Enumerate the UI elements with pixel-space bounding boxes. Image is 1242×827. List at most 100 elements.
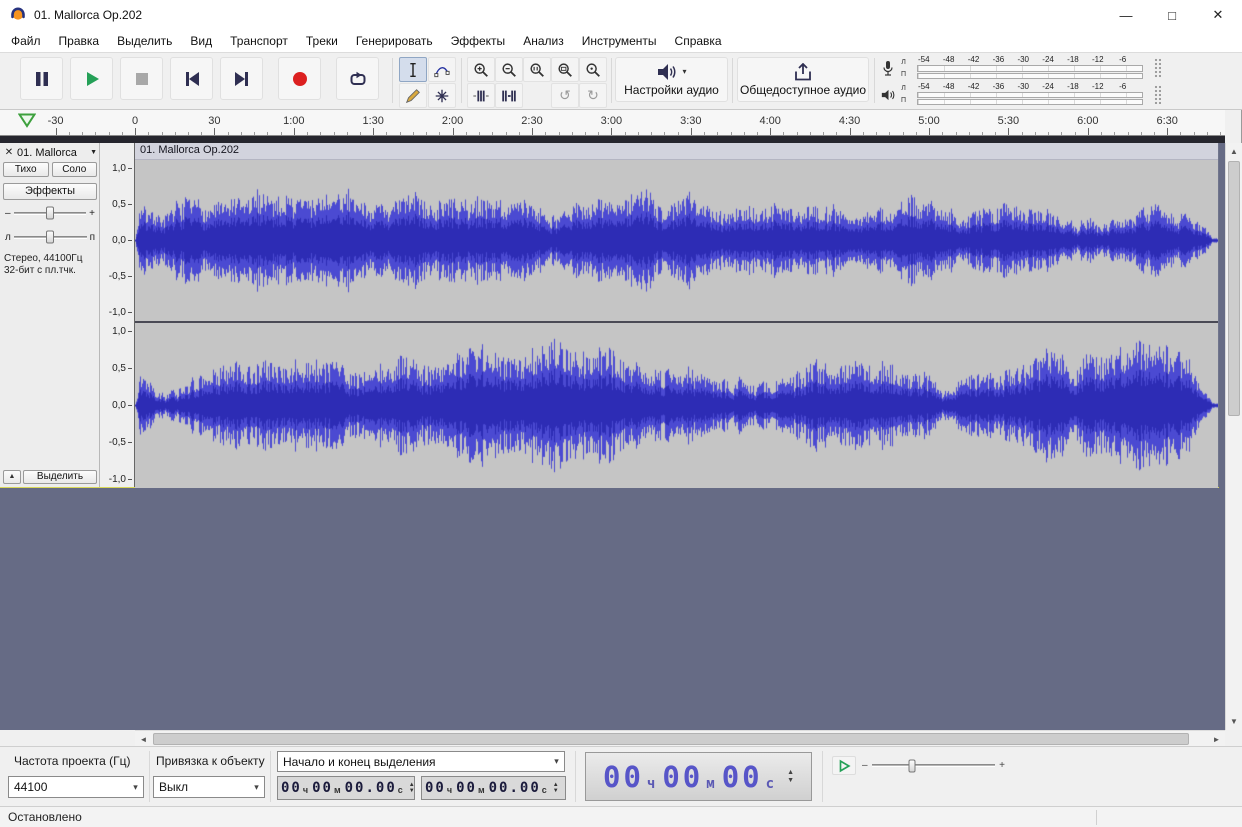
meter-scale-label: -18: [1067, 55, 1079, 64]
menu-analyze[interactable]: Анализ: [514, 30, 573, 52]
close-button[interactable]: ✕: [1195, 0, 1241, 30]
gain-slider[interactable]: – +: [3, 205, 97, 221]
meter-scale-label: -24: [1042, 82, 1054, 91]
menu-generate[interactable]: Генерировать: [347, 30, 442, 52]
zoom-toggle-button[interactable]: [579, 57, 607, 82]
dropdown-arrow-icon: ▾: [682, 67, 687, 76]
project-rate-combo[interactable]: 44100 ▾: [8, 776, 144, 798]
menu-tracks[interactable]: Треки: [297, 30, 347, 52]
amplitude-ruler[interactable]: 1,0 0,5 0,0 -0,5 -1,0 1,0 0,5 0,0 -0,5 -1,0: [100, 143, 135, 487]
play-at-speed-button[interactable]: [832, 756, 856, 775]
toolbar-separator: [822, 751, 823, 802]
playback-speed-slider[interactable]: – +: [862, 756, 1005, 775]
timeline-ruler[interactable]: -30 0 30 1:00 1:30 2:00 2:30 3:00 3:30 4:00 4:30 5:…: [0, 110, 1225, 136]
vertical-scrollbar-thumb[interactable]: [1228, 161, 1240, 416]
multi-tool-button[interactable]: [428, 83, 456, 108]
undo-button[interactable]: ↺: [551, 83, 579, 108]
scroll-right-arrow[interactable]: ►: [1208, 731, 1225, 747]
trim-audio-button[interactable]: [467, 83, 495, 108]
time-spinner[interactable]: ▲ ▼: [409, 782, 415, 794]
clip-header[interactable]: 01. Mallorca Op.202: [135, 143, 1218, 160]
menu-transport[interactable]: Транспорт: [221, 30, 297, 52]
record-button[interactable]: [278, 57, 321, 100]
zoom-in-button[interactable]: [467, 57, 495, 82]
pause-button[interactable]: [20, 57, 63, 100]
track-menu-arrow-icon[interactable]: ▼: [90, 149, 97, 156]
meter-resize-grip[interactable]: [1154, 58, 1161, 78]
time-spinner[interactable]: ▲ ▼: [787, 769, 794, 785]
selection-start-field[interactable]: 00 ч 00 м 00.00 с ▲ ▼: [277, 776, 415, 800]
pan-slider-groove[interactable]: [13, 230, 87, 244]
meter-scale-label: -42: [967, 82, 980, 91]
menu-edit[interactable]: Правка: [50, 30, 109, 52]
snap-to-combo[interactable]: Выкл ▾: [153, 776, 265, 798]
meter-channel-label: П: [900, 96, 907, 104]
audio-clip[interactable]: 01. Mallorca Op.202: [135, 143, 1218, 488]
horizontal-scrollbar[interactable]: ◄ ►: [135, 730, 1225, 746]
menu-file[interactable]: Файл: [2, 30, 50, 52]
redo-button[interactable]: ↻: [579, 83, 607, 108]
horizontal-scrollbar-thumb[interactable]: [153, 733, 1189, 745]
pan-slider[interactable]: л п: [3, 229, 97, 245]
draw-tool-button[interactable]: [399, 83, 427, 108]
stop-button[interactable]: [120, 57, 163, 100]
menu-tools[interactable]: Инструменты: [573, 30, 666, 52]
amplitude-ruler-label: 0,0: [112, 400, 132, 411]
selection-mode-combo[interactable]: Начало и конец выделения ▾: [277, 751, 565, 772]
mute-button[interactable]: Тихо: [3, 162, 49, 177]
gain-slider-thumb[interactable]: [45, 206, 54, 220]
microphone-icon: [878, 55, 898, 81]
skip-to-start-button[interactable]: [170, 57, 213, 100]
waveform-right-channel[interactable]: [135, 323, 1218, 488]
audio-position-display[interactable]: 00 ч 00 м 00 с ▲ ▼: [585, 752, 812, 801]
menu-select[interactable]: Выделить: [108, 30, 181, 52]
menu-help[interactable]: Справка: [666, 30, 731, 52]
solo-button[interactable]: Соло: [51, 162, 97, 177]
zoom-out-button[interactable]: [495, 57, 523, 82]
amplitude-ruler-label: 1,0: [112, 163, 132, 174]
envelope-tool-button[interactable]: [428, 57, 456, 82]
maximize-button[interactable]: □: [1149, 0, 1195, 30]
meter-resize-grip[interactable]: [1154, 85, 1161, 104]
audacity-logo-icon: [10, 5, 26, 26]
audio-setup-button[interactable]: ▾ Настройки аудио: [615, 57, 728, 102]
gain-slider-groove[interactable]: [13, 206, 87, 220]
meter-scale-label: -24: [1042, 55, 1054, 64]
selection-end-field[interactable]: 00 ч 00 м 00.00 с ▲ ▼: [421, 776, 566, 800]
timeline-tick-label: 1:00: [283, 115, 305, 127]
scroll-up-arrow[interactable]: ▲: [1226, 143, 1242, 160]
track-select-button[interactable]: Выделить: [23, 470, 97, 484]
track-name[interactable]: 01. Mallorca: [17, 147, 88, 159]
vertical-scrollbar[interactable]: ▲ ▼: [1225, 143, 1242, 730]
share-audio-button[interactable]: Общедоступное аудио: [737, 57, 869, 102]
recording-meter-bar-right: [917, 72, 1143, 79]
menu-view[interactable]: Вид: [181, 30, 221, 52]
quick-play-pin-icon[interactable]: [17, 113, 37, 133]
timeline-tick-label: 1:30: [362, 115, 384, 127]
zoom-to-selection-button[interactable]: [523, 57, 551, 82]
scroll-down-arrow[interactable]: ▼: [1226, 713, 1242, 730]
meter-scale-label: -12: [1092, 82, 1104, 91]
time-spinner[interactable]: ▲ ▼: [553, 782, 559, 794]
menu-effects[interactable]: Эффекты: [442, 30, 515, 52]
scroll-left-arrow[interactable]: ◄: [135, 731, 152, 747]
window-controls: — □ ✕: [1103, 0, 1241, 30]
fit-project-button[interactable]: [551, 57, 579, 82]
silence-audio-button[interactable]: [495, 83, 523, 108]
skip-to-end-button[interactable]: [220, 57, 263, 100]
loop-button[interactable]: [336, 57, 379, 100]
speed-slider-thumb[interactable]: [908, 759, 916, 772]
speed-slider-groove[interactable]: [871, 759, 996, 772]
effects-button[interactable]: Эффекты: [3, 183, 97, 200]
play-button[interactable]: [70, 57, 113, 100]
selection-tool-button[interactable]: [399, 57, 427, 82]
pan-slider-thumb[interactable]: [46, 230, 55, 244]
waveform-left-channel[interactable]: [135, 160, 1218, 321]
recording-meter[interactable]: ЛП -54 -48 -42 -36 -30 -24 -18 -12 -6: [878, 55, 1162, 81]
track-close-icon[interactable]: ✕: [3, 147, 15, 158]
playback-meter[interactable]: ЛП -54 -48 -42 -36 -30 -24 -18 -12 -6: [878, 82, 1162, 107]
track-collapse-button[interactable]: ▲: [3, 470, 21, 484]
amplitude-ruler-label: 0,5: [112, 363, 132, 374]
gain-min-label: –: [5, 207, 11, 219]
minimize-button[interactable]: —: [1103, 0, 1149, 30]
